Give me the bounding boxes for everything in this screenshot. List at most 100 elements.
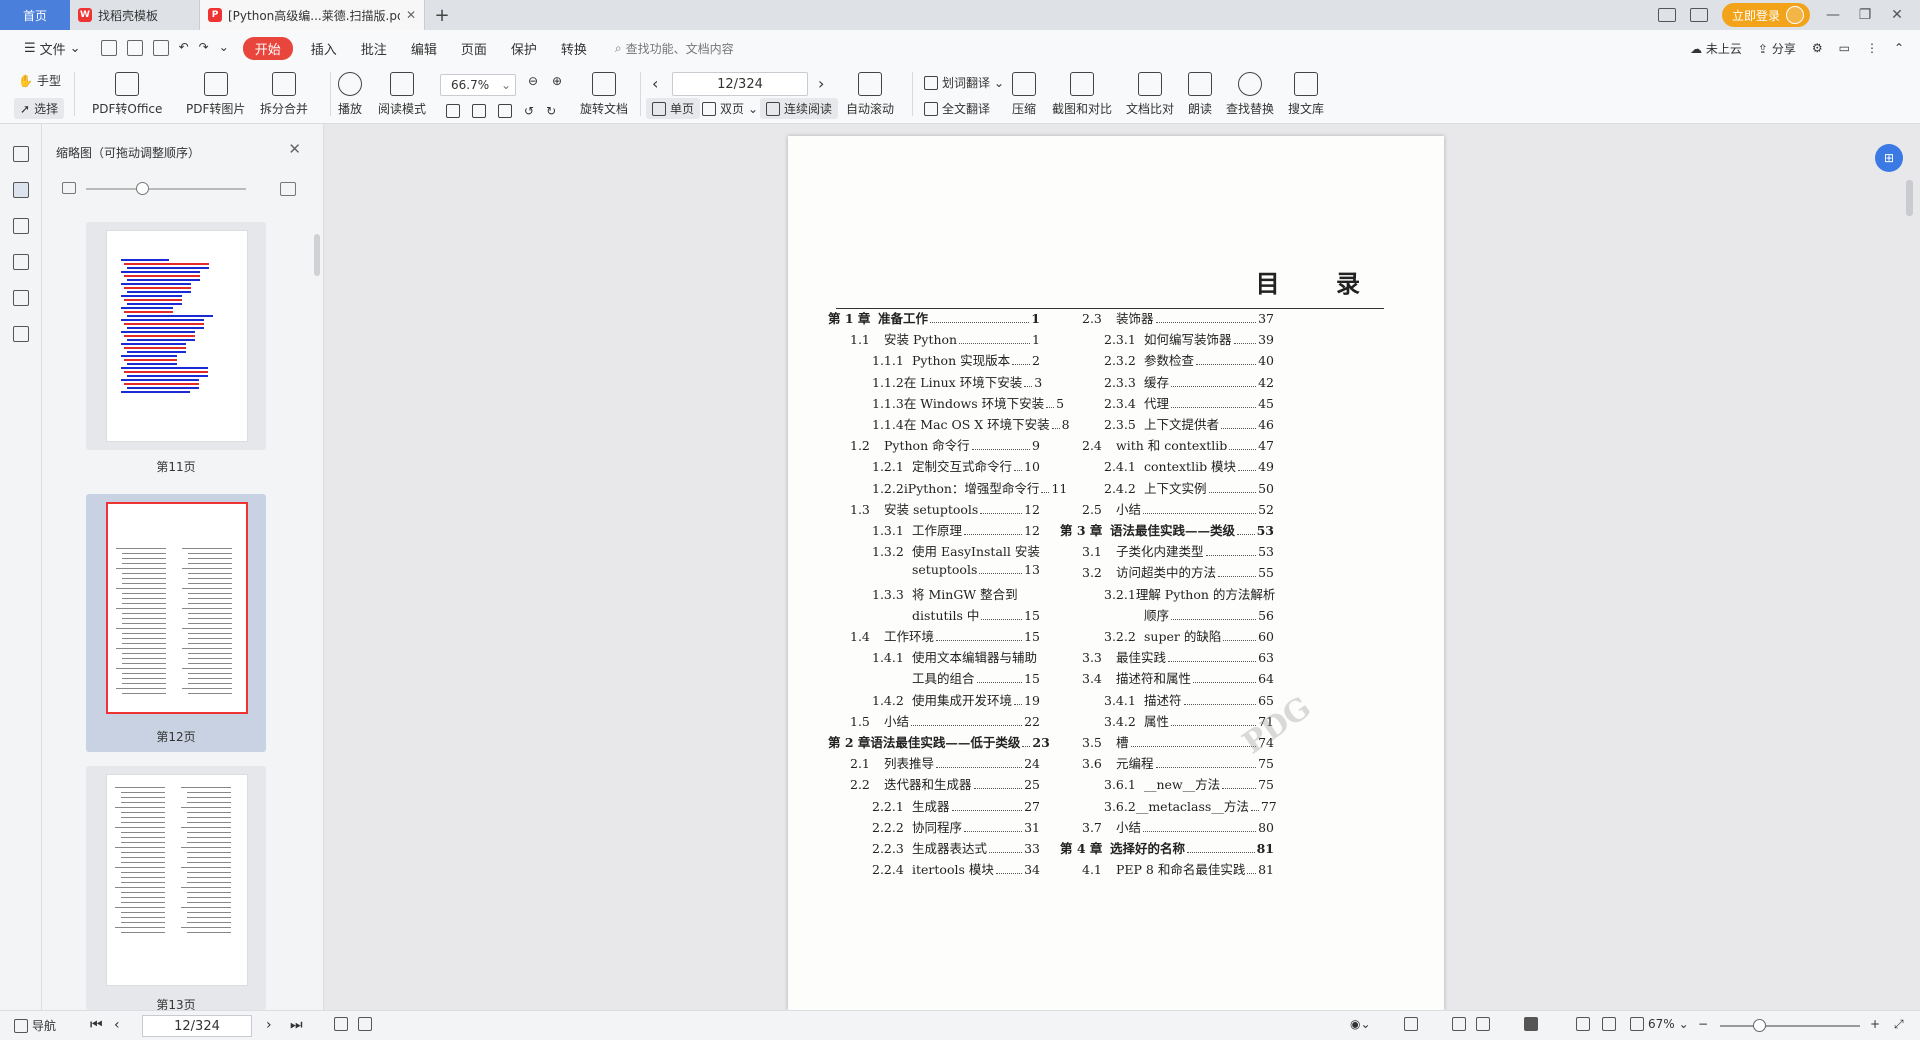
settings-icon[interactable]: ⚙ [1812, 41, 1823, 55]
menu-page[interactable]: 页面 [449, 39, 499, 58]
status-continuous-icon[interactable] [1404, 1017, 1418, 1031]
status-single-icon[interactable] [1452, 1017, 1466, 1031]
reading-mode-button[interactable]: 阅读模式 [378, 72, 426, 117]
apps-grid-icon[interactable] [1689, 8, 1708, 22]
pdf-to-image-button[interactable]: PDF转图片 [186, 72, 245, 117]
minimize-icon[interactable]: — [1824, 7, 1842, 23]
page-number-input[interactable]: 12/324 [672, 72, 808, 96]
menu-convert[interactable]: 转换 [549, 39, 599, 58]
file-menu[interactable]: ☰ 文件 ⌄ [12, 39, 93, 58]
thumbnail-page-11[interactable]: 第11页 [86, 222, 266, 474]
menu-start[interactable]: 开始 [242, 36, 293, 60]
pdf-to-office-button[interactable]: PDF转Office [92, 72, 162, 117]
continuous-read-button[interactable]: 连续阅读 [760, 98, 839, 119]
next-page-icon[interactable]: › [818, 74, 824, 93]
auto-scroll-button[interactable]: 自动滚动 [846, 72, 894, 117]
status-prev-page-icon[interactable]: ‹ [114, 1017, 120, 1033]
status-double-icon[interactable] [1476, 1017, 1490, 1031]
zoom-out-icon[interactable]: ⊖ [528, 74, 538, 88]
feature-search[interactable]: ⌕ 查找功能、文档内容 [615, 40, 734, 57]
redo-icon[interactable]: ↷ [199, 40, 209, 56]
search-library-button[interactable]: 搜文库 [1288, 72, 1324, 117]
restore-icon[interactable]: ❐ [1856, 7, 1874, 23]
menu-insert[interactable]: 插入 [299, 39, 349, 58]
cloud-status[interactable]: ☁ 未上云 [1690, 40, 1742, 57]
open-folder-icon[interactable] [100, 40, 117, 56]
floating-tool-icon[interactable]: ⊞ [1875, 144, 1903, 172]
status-zoom-knob[interactable] [1753, 1019, 1767, 1032]
status-fit-icon[interactable] [1602, 1017, 1616, 1031]
status-zoom-select[interactable]: 67% ⌄ [1630, 1017, 1689, 1031]
slider-knob[interactable] [136, 182, 149, 195]
tab-document[interactable]: P [Python高级编...莱德.扫描版.pdf ✕ [200, 0, 425, 30]
word-translate-button[interactable]: 划词翻译 ⌄ [924, 74, 1004, 91]
back-icon[interactable] [334, 1017, 348, 1031]
fit-width-icon[interactable] [498, 104, 512, 118]
fit-page-icon[interactable] [472, 104, 486, 118]
zoom-input[interactable]: 66.7% ⌄ [440, 74, 516, 96]
status-page-input[interactable]: 12/324 [142, 1015, 252, 1037]
document-scrollbar[interactable] [1906, 180, 1913, 216]
thumbnail-page-13[interactable]: 第13页 [86, 766, 266, 1010]
double-page-button[interactable]: 双页 ⌄ [702, 100, 758, 117]
comment-icon[interactable]: ▭ [1839, 41, 1850, 55]
thumbnail-text-line [122, 678, 166, 679]
close-panel-icon[interactable]: ✕ [288, 140, 301, 158]
rotate-right-icon[interactable]: ↻ [546, 104, 556, 118]
read-aloud-button[interactable]: 朗读 [1188, 72, 1212, 117]
bookmark-icon[interactable] [13, 146, 29, 162]
layers-icon[interactable] [13, 326, 29, 342]
status-zoom-in-icon[interactable]: + [1870, 1017, 1880, 1031]
document-compare-button[interactable]: 文档比对 [1126, 72, 1174, 117]
forward-icon[interactable] [358, 1017, 372, 1031]
save-icon[interactable] [126, 40, 143, 56]
collapse-ribbon-icon[interactable]: ⌃ [1894, 41, 1904, 55]
menu-annotate[interactable]: 批注 [349, 39, 399, 58]
eye-protect-icon[interactable]: ◉⌄ [1350, 1017, 1371, 1031]
toc-number: 2.3.4 [1104, 395, 1136, 411]
rotate-left-icon[interactable]: ↺ [524, 104, 534, 118]
last-page-icon[interactable]: ⏭ [290, 1017, 303, 1033]
login-button[interactable]: 立即登录 [1721, 3, 1810, 27]
status-play-icon[interactable] [1524, 1017, 1538, 1031]
first-page-icon[interactable]: ⏮ [90, 1017, 103, 1033]
more-icon[interactable]: ⋮ [1866, 41, 1878, 55]
fullscreen-icon[interactable]: ⤢ [1894, 1017, 1904, 1032]
comment-list-icon[interactable] [13, 218, 29, 234]
rotate-document-button[interactable]: 旋转文档 [580, 72, 628, 117]
tab-template[interactable]: W 找稻壳模板 [70, 0, 200, 30]
split-merge-button[interactable]: 拆分合并 [260, 72, 308, 117]
menu-protect[interactable]: 保护 [499, 39, 549, 58]
tab-close-icon[interactable]: ✕ [406, 8, 416, 22]
play-button[interactable]: 播放 [338, 72, 362, 117]
layout-icon[interactable] [1657, 8, 1676, 22]
status-next-page-icon[interactable]: › [266, 1017, 272, 1033]
screenshot-compare-button[interactable]: 截图和对比 [1052, 72, 1112, 117]
compress-button[interactable]: 压缩 [1012, 72, 1036, 117]
undo-icon[interactable]: ↶ [179, 40, 189, 56]
zoom-in-icon[interactable]: ⊕ [552, 74, 562, 88]
thumbnail-icon[interactable] [13, 182, 29, 198]
single-page-button[interactable]: 单页 [646, 98, 701, 119]
print-icon[interactable] [152, 40, 169, 56]
panel-scrollbar[interactable] [314, 234, 320, 276]
select-tool[interactable]: ➚ 选择 [14, 98, 65, 119]
more-chevron-icon[interactable]: ⌄ [219, 40, 229, 56]
find-replace-button[interactable]: 查找替换 [1226, 72, 1274, 117]
status-zoom-out-icon[interactable]: − [1698, 1017, 1708, 1031]
tab-home[interactable]: 首页 [0, 0, 70, 30]
attachment-icon[interactable] [13, 254, 29, 270]
navigation-button[interactable]: 导航 [14, 1017, 56, 1034]
hand-tool[interactable]: ✋ 手型 [18, 72, 61, 89]
status-actual-size-icon[interactable] [1576, 1017, 1590, 1031]
close-window-icon[interactable]: ✕ [1888, 7, 1906, 23]
new-tab-button[interactable]: + [425, 0, 459, 30]
share-button[interactable]: ⇪ 分享 [1758, 40, 1796, 57]
prev-page-icon[interactable]: ‹ [652, 74, 658, 93]
thumbnail-page-12[interactable]: 第12页 [86, 494, 266, 752]
full-translate-button[interactable]: 全文翻译 [924, 100, 990, 117]
signature-icon[interactable] [13, 290, 29, 306]
menu-edit[interactable]: 编辑 [399, 39, 449, 58]
thumbnail-size-slider[interactable] [56, 180, 296, 198]
actual-size-icon[interactable] [446, 104, 460, 118]
